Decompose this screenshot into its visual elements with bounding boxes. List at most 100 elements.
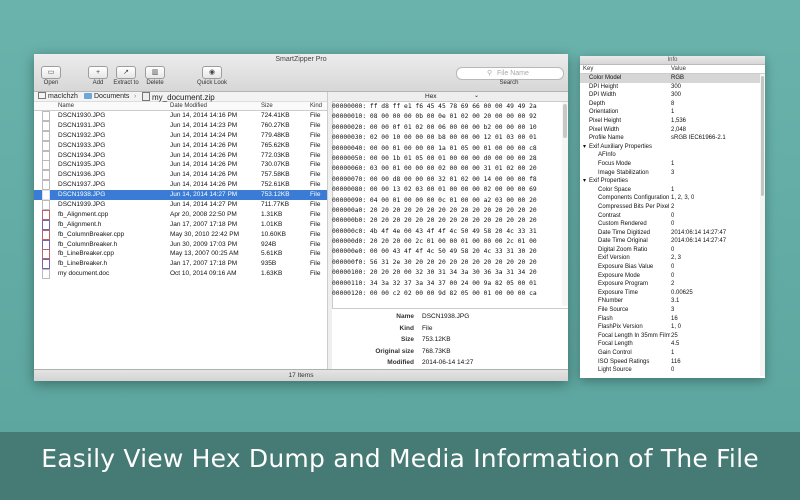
info-key: Image Stabilization	[598, 169, 649, 176]
file-row[interactable]: fb_ColumnBreaker.h Jun 30, 2009 17:03 PM 9…	[34, 239, 327, 250]
hex-scroll-thumb[interactable]	[563, 104, 567, 138]
file-row[interactable]: DSCN1937.JPG Jun 14, 2014 14:26 PM 752.61K…	[34, 180, 327, 191]
info-row[interactable]: Color Space 1	[580, 186, 760, 195]
column-name[interactable]: Name	[58, 102, 74, 110]
info-row[interactable]: Exposure Mode 0	[580, 272, 760, 281]
file-row[interactable]: DSCN1932.JPG Jun 14, 2014 14:24 PM 779.48K…	[34, 130, 327, 141]
info-row[interactable]: FNumber 3.1	[580, 297, 760, 306]
column-kind[interactable]: Kind	[310, 102, 322, 110]
detail-value: DSCN1938.JPG	[422, 313, 470, 320]
info-row[interactable]: Exposure Bias Value 0	[580, 263, 760, 272]
info-row[interactable]: Flash 16	[580, 315, 760, 324]
disclosure-triangle-icon[interactable]: ▾	[583, 177, 586, 186]
info-key: DPI Width	[589, 92, 617, 99]
h-file-icon	[42, 259, 50, 270]
breadcrumb-item-home[interactable]: macIchzh	[38, 92, 78, 101]
info-value: 1, 0	[671, 324, 682, 331]
info-row[interactable]: Compressed Bits Per Pixel 2	[580, 203, 760, 212]
info-row[interactable]: Color Model RGB	[580, 74, 760, 83]
info-row[interactable]: Pixel Width 2,048	[580, 126, 760, 135]
info-header: Key Value	[580, 65, 765, 74]
info-row[interactable]: Components Configuration 1, 2, 3, 0	[580, 194, 760, 203]
file-kind: File	[310, 161, 321, 169]
file-kind: File	[310, 131, 321, 139]
h-file-icon	[42, 239, 50, 250]
jpg-file-icon	[42, 200, 50, 211]
info-row[interactable]: Focal Length 4.5	[580, 340, 760, 349]
info-key: Exposure Time	[598, 289, 639, 296]
file-row[interactable]: my document.doc Oct 10, 2014 09:16 AM 1.63…	[34, 269, 327, 280]
file-name: DSCN1935.JPG	[58, 161, 106, 169]
file-row[interactable]: fb_Alignment.cpp Apr 20, 2008 22:50 PM 1.3…	[34, 209, 327, 220]
info-row[interactable]: Exposure Time 0.00625	[580, 289, 760, 298]
info-row[interactable]: Date Time Original 2014:06:14 14:27:47	[580, 237, 760, 246]
info-row[interactable]: Depth 8	[580, 100, 760, 109]
info-key: Focus Mode	[598, 160, 632, 167]
file-row[interactable]: DSCN1930.JPG Jun 14, 2014 14:16 PM 724.41K…	[34, 111, 327, 121]
hex-mode-select[interactable]: Hex ⌄	[332, 92, 568, 102]
info-row[interactable]: Profile Name sRGB IEC61966-2.1	[580, 134, 760, 143]
hex-line: 00000110: 34 3a 32 37 3a 34 37 00 24 00 …	[332, 279, 537, 287]
file-row[interactable]: fb_ColumnBreaker.cpp May 30, 2010 22:42 P…	[34, 229, 327, 240]
info-row[interactable]: Custom Rendered 0	[580, 220, 760, 229]
add-button[interactable]: + Add	[83, 66, 113, 86]
file-row[interactable]: DSCN1933.JPG Jun 14, 2014 14:26 PM 765.62K…	[34, 140, 327, 151]
file-row[interactable]: DSCN1935.JPG Jun 14, 2014 14:26 PM 730.07K…	[34, 160, 327, 171]
info-row[interactable]: ISO Speed Ratings 116	[580, 358, 760, 367]
info-row[interactable]: DPI Width 300	[580, 91, 760, 100]
quick-look-button[interactable]: ◉ Quick Look	[192, 66, 232, 86]
file-row[interactable]: DSCN1938.JPG Jun 14, 2014 14:27 PM 753.12K…	[34, 190, 327, 201]
info-row[interactable]: File Source 3	[580, 306, 760, 315]
info-column-key[interactable]: Key	[583, 65, 593, 73]
info-key: FlashPix Version	[598, 324, 643, 331]
file-size: 757.58KB	[261, 171, 290, 179]
info-row[interactable]: AFInfo	[580, 151, 760, 160]
file-date: Jun 14, 2014 14:26 PM	[170, 171, 238, 179]
info-row[interactable]: Orientation 1	[580, 108, 760, 117]
breadcrumb-separator: ›	[76, 93, 79, 100]
info-row[interactable]: Image Stabilization 3	[580, 169, 760, 178]
archive-icon	[142, 92, 150, 101]
breadcrumb-item-documents[interactable]: Documents	[84, 92, 129, 101]
info-scroll-thumb[interactable]	[761, 76, 764, 196]
hex-scrollbar[interactable]	[562, 102, 568, 306]
info-group-header[interactable]: ▾ Exif Auxiliary Properties	[580, 143, 760, 152]
info-row[interactable]: Digital Zoom Ratio 0	[580, 246, 760, 255]
status-bar: 17 Items	[34, 369, 568, 381]
info-group-header[interactable]: ▾ Exif Properties	[580, 177, 760, 186]
info-row[interactable]: Date Time Digitized 2014:06:14 14:27:47	[580, 229, 760, 238]
file-row[interactable]: fb_LineBreaker.cpp May 13, 2007 00:25 AM 5…	[34, 249, 327, 260]
info-row[interactable]: Light Source 0	[580, 366, 760, 375]
file-row[interactable]: fb_LineBreaker.h Jan 17, 2007 17:18 PM 935…	[34, 259, 327, 270]
info-key: Date Time Digitized	[598, 229, 651, 236]
info-scrollbar[interactable]	[760, 74, 765, 376]
file-row[interactable]: DSCN1934.JPG Jun 14, 2014 14:26 PM 772.03K…	[34, 150, 327, 161]
info-row[interactable]: FlashPix Version 1, 0	[580, 323, 760, 332]
info-row[interactable]: Pixel Height 1,536	[580, 117, 760, 126]
file-row[interactable]: DSCN1936.JPG Jun 14, 2014 14:26 PM 757.58K…	[34, 170, 327, 181]
file-row[interactable]: fb_Alignment.h Jan 17, 2007 17:18 PM 1.01K…	[34, 219, 327, 230]
extract-to-button[interactable]: ↗ Extract to	[111, 66, 141, 86]
info-row[interactable]: Focus Mode 1	[580, 160, 760, 169]
file-row[interactable]: DSCN1931.JPG Jun 14, 2014 14:23 PM 760.27K…	[34, 120, 327, 131]
column-date[interactable]: Date Modified	[170, 102, 207, 110]
info-row[interactable]: Exposure Program 2	[580, 280, 760, 289]
cpp-file-icon	[42, 229, 50, 240]
open-button[interactable]: ▭ Open	[36, 66, 66, 86]
info-value: 0	[671, 264, 675, 271]
delete-button[interactable]: ▥ Delete	[140, 66, 170, 86]
info-row[interactable]: DPI Height 300	[580, 83, 760, 92]
file-row[interactable]: DSCN1939.JPG Jun 14, 2014 14:27 PM 711.77K…	[34, 200, 327, 211]
info-row[interactable]: Focal Length In 35mm Film 25	[580, 332, 760, 341]
file-kind: File	[310, 112, 321, 119]
disclosure-triangle-icon[interactable]: ▾	[583, 143, 586, 152]
cpp-file-icon	[42, 209, 50, 220]
info-row[interactable]: Exif Version 2, 3	[580, 254, 760, 263]
search-input[interactable]: ⚲ File Name	[456, 67, 564, 80]
search-label: Search	[499, 80, 519, 86]
hex-line: 00000040: 00 00 01 00 00 00 1a 01 05 00 …	[332, 144, 537, 152]
column-size[interactable]: Size	[261, 102, 273, 110]
info-column-value[interactable]: Value	[671, 65, 686, 73]
info-row[interactable]: Gain Control 1	[580, 349, 760, 358]
info-row[interactable]: Contrast 0	[580, 212, 760, 221]
